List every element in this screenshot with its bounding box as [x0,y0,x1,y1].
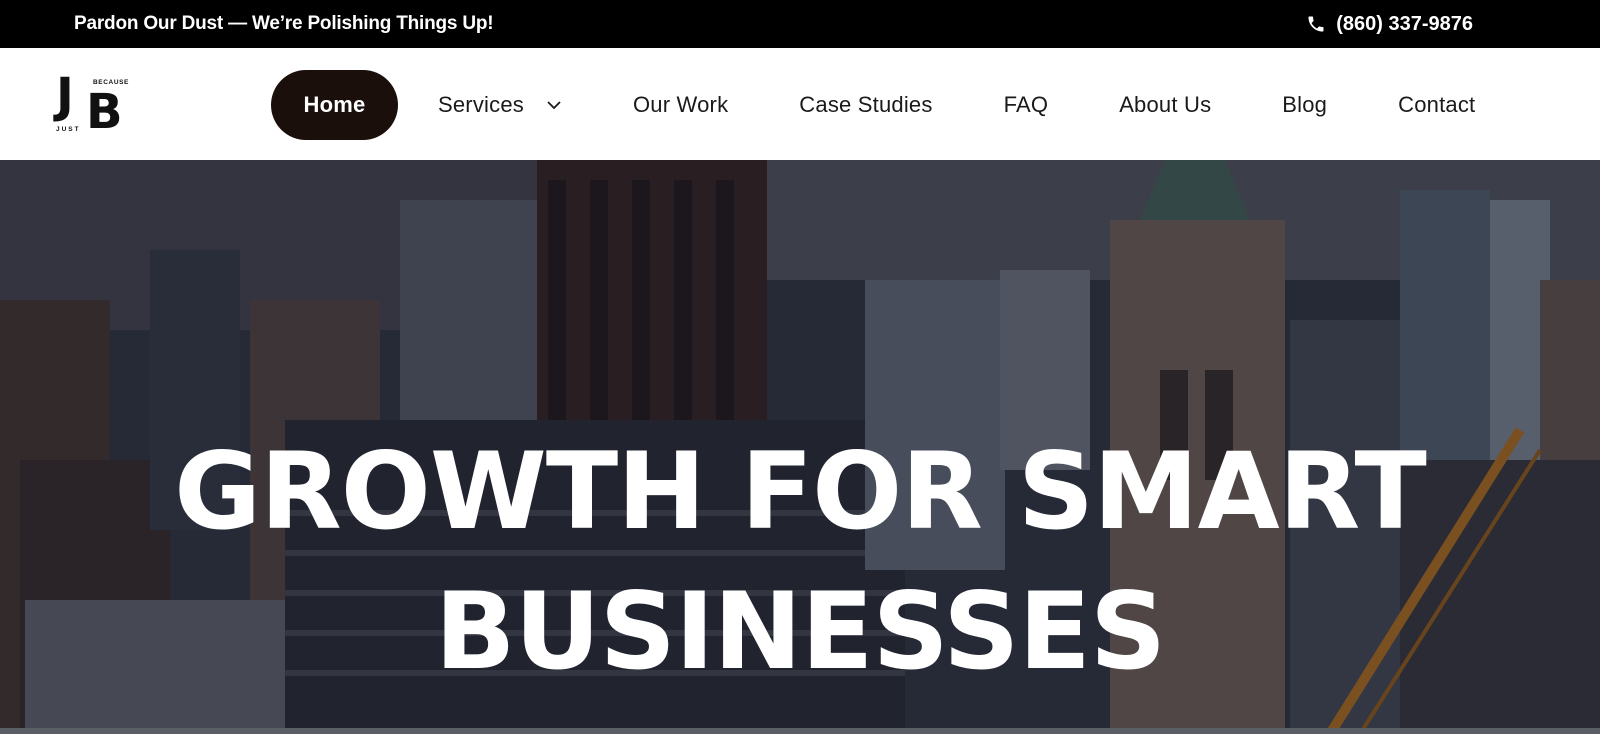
phone-link[interactable]: (860) 337-9876 [1306,13,1473,36]
logo-letter-b: B [86,84,123,140]
phone-number: (860) 337-9876 [1336,12,1473,35]
phone-icon [1306,14,1326,34]
nav-contact[interactable]: Contact [1398,70,1475,140]
hero-section: GROWTH FOR SMART BUSINESSES [0,160,1600,734]
nav-blog[interactable]: Blog [1282,70,1327,140]
nav-about-us[interactable]: About Us [1119,70,1211,140]
site-logo[interactable]: J BECAUSE B JUST [56,68,128,140]
nav-services[interactable]: Services [438,70,562,140]
nav-our-work[interactable]: Our Work [633,70,728,140]
chevron-down-icon [524,100,562,110]
hero-bottom-divider [0,728,1600,734]
nav-case-studies[interactable]: Case Studies [799,70,932,140]
site-header: J BECAUSE B JUST Home Services Our Work … [0,48,1600,160]
nav-faq[interactable]: FAQ [1004,70,1049,140]
announcement-text: Pardon Our Dust — We’re Polishing Things… [74,13,494,34]
main-navigation: Home Services Our Work Case Studies FAQ … [271,70,1475,140]
hero-heading-line-2: BUSINESSES [434,570,1166,693]
hero-heading: GROWTH FOR SMART BUSINESSES [0,422,1600,702]
nav-home[interactable]: Home [271,70,398,140]
logo-letter-j: J [56,68,74,124]
hero-heading-line-1: GROWTH FOR SMART [174,430,1427,553]
announcement-bar: Pardon Our Dust — We’re Polishing Things… [0,0,1600,48]
nav-services-label: Services [438,92,524,117]
logo-word-just: JUST [56,126,81,133]
